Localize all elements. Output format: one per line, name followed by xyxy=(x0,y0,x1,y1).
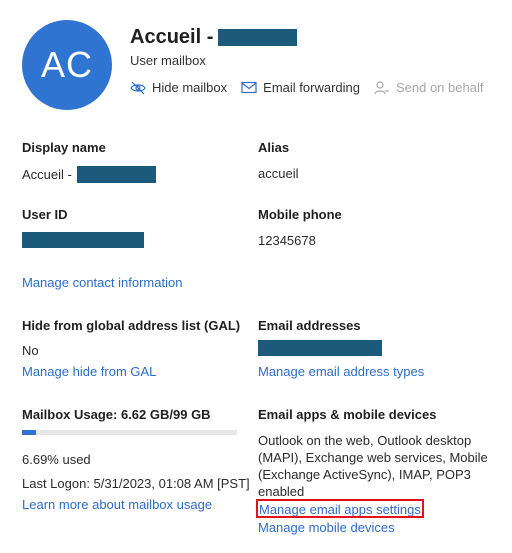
mobile-phone-label: Mobile phone xyxy=(258,207,342,222)
action-bar: Hide mailbox Email forwarding Send on be… xyxy=(130,80,497,95)
user-id-value-redacted xyxy=(22,232,144,248)
manage-email-types-link[interactable]: Manage email address types xyxy=(258,364,424,379)
usage-percent: 6.69% used xyxy=(22,452,91,467)
mailbox-usage-bar-fill xyxy=(22,430,37,435)
hide-mailbox-button[interactable]: Hide mailbox xyxy=(130,80,227,95)
email-apps-description: Outlook on the web, Outlook desktop (MAP… xyxy=(258,433,488,499)
gal-label: Hide from global address list (GAL) xyxy=(22,318,241,333)
alias-value: accueil xyxy=(258,166,299,181)
mail-icon xyxy=(241,81,257,94)
email-apps-label: Email apps & mobile devices xyxy=(258,407,437,422)
manage-mobile-devices-link[interactable]: Manage mobile devices xyxy=(258,520,395,535)
gal-value: No xyxy=(22,343,39,358)
hide-eye-icon xyxy=(130,81,146,94)
display-name-label: Display name xyxy=(22,140,106,155)
page-title: Accueil - xyxy=(130,26,298,49)
alias-label: Alias xyxy=(258,140,290,155)
mailbox-type: User mailbox xyxy=(130,53,206,68)
highlight-box xyxy=(256,499,424,518)
mailbox-usage-bar xyxy=(22,430,237,435)
send-on-behalf-button[interactable]: Send on behalf xyxy=(374,80,483,95)
display-name-value: Accueil - xyxy=(22,166,156,183)
email-forwarding-label: Email forwarding xyxy=(263,80,360,95)
redacted-block xyxy=(218,29,298,46)
email-address-redacted xyxy=(258,340,382,356)
manage-gal-link[interactable]: Manage hide from GAL xyxy=(22,364,156,379)
manage-contact-link[interactable]: Manage contact information xyxy=(22,275,182,290)
avatar: AC xyxy=(22,20,112,110)
send-on-behalf-label: Send on behalf xyxy=(395,80,484,95)
person-icon xyxy=(374,80,389,94)
avatar-initials: AC xyxy=(40,44,93,85)
hide-mailbox-label: Hide mailbox xyxy=(152,80,228,95)
display-name-text: Accueil - xyxy=(22,167,72,182)
email-addresses-label: Email addresses xyxy=(258,318,361,333)
last-logon: Last Logon: 5/31/2023, 01:08 AM [PST] xyxy=(22,476,250,491)
redacted-block xyxy=(76,166,156,183)
mailbox-usage-label: Mailbox Usage: 6.62 GB/99 GB xyxy=(22,407,211,422)
user-id-label: User ID xyxy=(22,207,68,222)
title-name: Accueil - xyxy=(130,26,214,48)
learn-more-link[interactable]: Learn more about mailbox usage xyxy=(22,497,212,512)
email-forwarding-button[interactable]: Email forwarding xyxy=(241,80,360,95)
mobile-phone-value: 12345678 xyxy=(258,233,316,248)
